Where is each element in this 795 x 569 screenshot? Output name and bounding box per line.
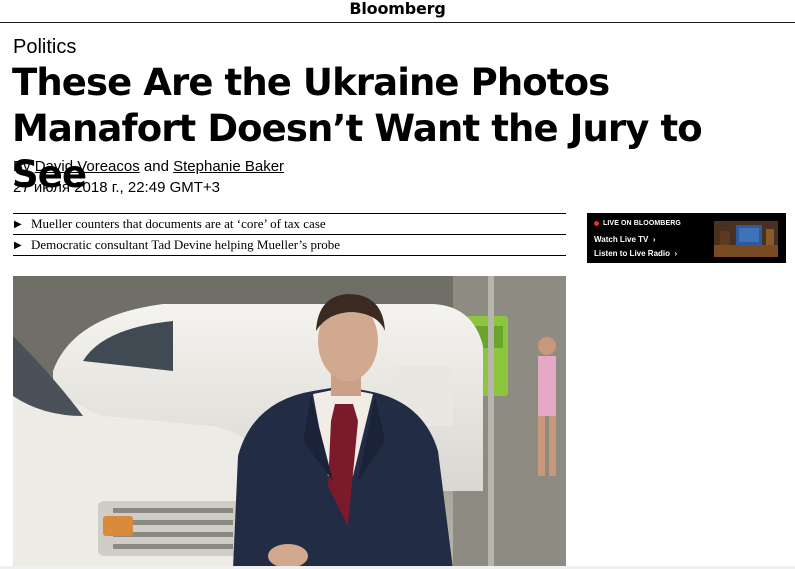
live-tv-thumbnail[interactable]	[714, 221, 778, 257]
lead-photo	[13, 276, 566, 569]
article-headline: These Are the Ukraine Photos Manafort Do…	[12, 61, 703, 196]
related-stories-list: ▶ Mueller counters that documents are at…	[13, 213, 566, 256]
live-on-bloomberg-widget: LIVE ON BLOOMBERG Watch Live TV › Listen…	[587, 213, 786, 263]
site-header: Bloomberg	[0, 0, 795, 23]
author-link-david-voreacos[interactable]: David Voreacos	[35, 158, 140, 175]
bloomberg-logo[interactable]: Bloomberg	[349, 0, 445, 18]
watch-live-tv-link[interactable]: Watch Live TV ›	[594, 235, 656, 244]
live-dot-icon	[594, 221, 599, 226]
live-label-text: LIVE ON BLOOMBERG	[603, 220, 681, 227]
listen-live-radio-label: Listen to Live Radio	[594, 249, 671, 258]
related-story-link[interactable]: ▶ Mueller counters that documents are at…	[13, 214, 566, 235]
related-story-title: Democratic consultant Tad Devine helping…	[31, 237, 341, 252]
live-label: LIVE ON BLOOMBERG	[594, 220, 681, 227]
related-story-link[interactable]: ▶ Democratic consultant Tad Devine helpi…	[13, 235, 566, 256]
listen-live-radio-link[interactable]: Listen to Live Radio ›	[594, 249, 677, 258]
watch-live-tv-label: Watch Live TV	[594, 235, 649, 244]
triangle-right-icon: ▶	[14, 218, 22, 230]
byline-and: and	[143, 158, 169, 175]
triangle-right-icon: ▶	[14, 239, 22, 251]
publish-date: 27 июля 2018 г., 22:49 GMT+3	[13, 179, 221, 196]
byline: By David Voreacos and Stephanie Baker	[13, 158, 284, 175]
byline-prefix: By	[13, 158, 31, 175]
related-story-title: Mueller counters that documents are at ‘…	[31, 216, 326, 231]
section-label[interactable]: Politics	[13, 36, 76, 59]
chevron-right-icon: ›	[672, 249, 678, 258]
chevron-right-icon: ›	[650, 235, 656, 244]
author-link-stephanie-baker[interactable]: Stephanie Baker	[173, 158, 284, 175]
